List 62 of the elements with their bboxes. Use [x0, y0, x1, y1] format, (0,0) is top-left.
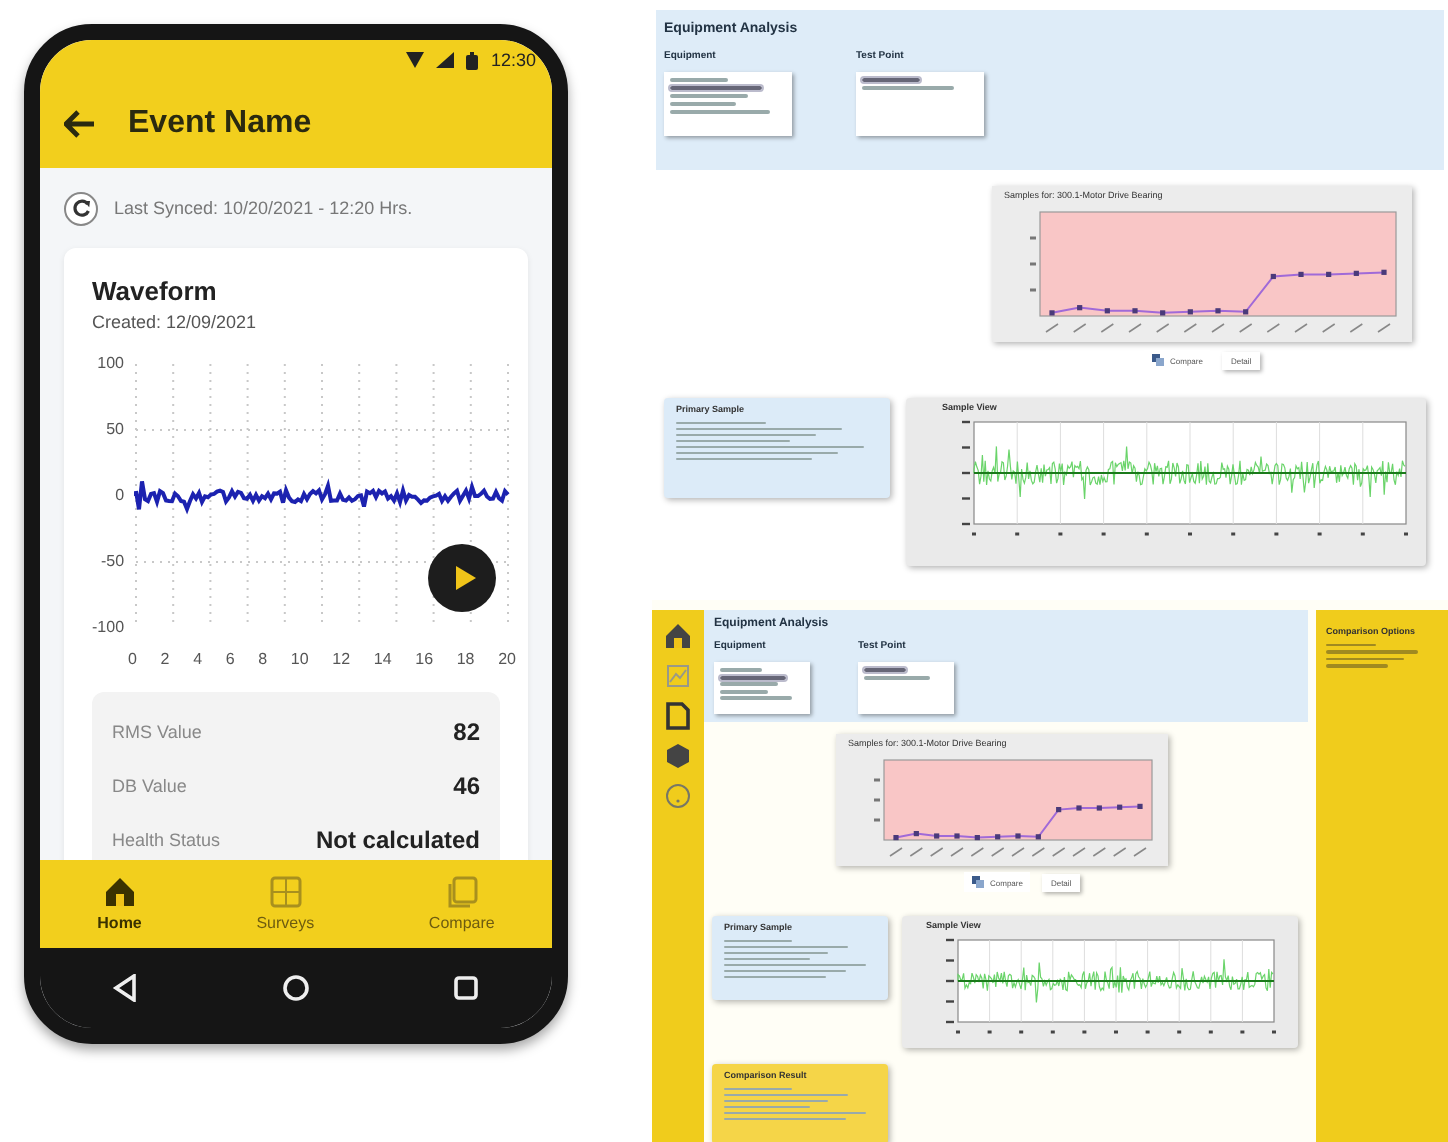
battery-icon	[466, 51, 479, 69]
axis-label: 2	[160, 652, 170, 668]
sync-status: Last Synced: 10/20/2021 - 12:20 Hrs.	[114, 198, 413, 218]
card-title: Waveform	[92, 276, 219, 306]
nav-tab[interactable]: Home	[81, 876, 158, 932]
pages-icon	[445, 876, 478, 908]
back-arrow-icon	[64, 110, 96, 138]
stat-label: Health Status	[112, 829, 221, 849]
axis-label: 50	[106, 422, 125, 438]
back-button[interactable]	[64, 110, 96, 138]
hexagon-icon	[664, 742, 692, 770]
stat-label: DB Value	[112, 775, 187, 795]
axis-label: 12	[332, 652, 351, 668]
refresh-icon	[71, 198, 91, 218]
refresh-button[interactable]	[64, 191, 98, 225]
nav-tab[interactable]: Surveys	[240, 876, 331, 932]
home-icon	[664, 622, 692, 650]
axis-label: 0	[128, 652, 137, 668]
compare-icon	[1152, 354, 1164, 366]
compare-icon	[972, 876, 984, 888]
axis-label: 100	[97, 356, 125, 372]
play-icon	[455, 566, 476, 590]
sidebar-button[interactable]	[664, 622, 692, 650]
axis-label: -100	[92, 620, 125, 636]
document-icon	[664, 702, 692, 730]
axis-label: 6	[225, 652, 235, 668]
created-date: Created: 12/09/2021	[92, 312, 259, 332]
nav-tab[interactable]: Compare	[412, 876, 511, 932]
play-button[interactable]	[428, 544, 497, 612]
list-box[interactable]	[664, 72, 792, 136]
grid-icon	[269, 876, 302, 908]
axis-label: -50	[100, 554, 125, 570]
sidebar-button[interactable]	[664, 702, 692, 730]
list-box[interactable]	[856, 72, 984, 136]
back-triangle-icon	[111, 974, 140, 1002]
system-nav-button[interactable]	[452, 974, 481, 1002]
axis-label: 18	[456, 652, 475, 668]
axis-label: 8	[258, 652, 268, 668]
axis-label: 0	[115, 488, 125, 504]
wifi-icon	[406, 52, 425, 68]
home-icon	[103, 876, 136, 908]
stat-value: 82	[453, 717, 480, 745]
axis-label: 14	[373, 652, 392, 668]
axis-label: 16	[415, 652, 434, 668]
sidebar-button[interactable]	[664, 742, 692, 770]
help-icon	[664, 782, 692, 810]
axis-label: 10	[290, 652, 309, 668]
axis-label: 20	[498, 652, 516, 668]
system-nav-button[interactable]	[111, 974, 140, 1002]
axis-label: 4	[193, 652, 203, 668]
list-box[interactable]	[714, 662, 810, 714]
square-icon	[452, 974, 481, 1002]
status-time: 12:30	[490, 50, 536, 70]
signal-icon	[436, 52, 455, 68]
screen-title: Event Name	[128, 106, 312, 142]
stat-value: Not calculated	[315, 825, 480, 853]
stat-label: RMS Value	[112, 721, 202, 741]
list-box[interactable]	[858, 662, 954, 714]
home-circle-icon	[281, 974, 310, 1002]
chart-icon	[664, 662, 692, 690]
system-nav-button[interactable]	[281, 974, 310, 1002]
stat-value: 46	[453, 771, 480, 799]
